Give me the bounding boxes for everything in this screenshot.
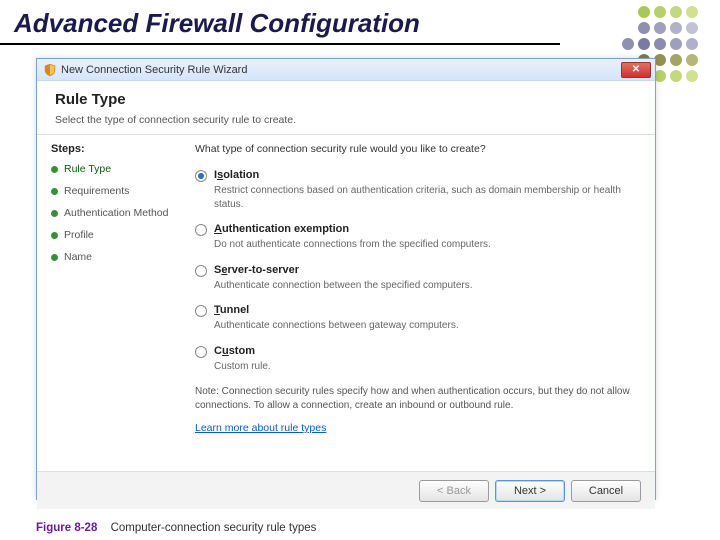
figure-caption: Figure 8-28 Computer-connection security… <box>36 522 316 534</box>
close-icon: ✕ <box>632 64 640 75</box>
step-label: Rule Type <box>64 163 111 175</box>
step-bullet-icon <box>51 232 58 239</box>
wizard-header: Rule Type Select the type of connection … <box>37 81 655 135</box>
note-text: Note: Connection security rules specify … <box>195 385 635 412</box>
wizard-footer: < Back Next > Cancel <box>37 471 655 509</box>
step-bullet-icon <box>51 166 58 173</box>
wizard-content: What type of connection security rule wo… <box>185 135 655 471</box>
step-requirements[interactable]: Requirements <box>51 185 179 197</box>
option-tunnel: Tunnel Authenticate connections between … <box>195 304 635 333</box>
close-button[interactable]: ✕ <box>621 62 651 78</box>
page-title: Rule Type <box>55 91 639 108</box>
prompt-text: What type of connection security rule wo… <box>195 143 635 155</box>
step-bullet-icon <box>51 254 58 261</box>
back-button[interactable]: < Back <box>419 480 489 502</box>
option-custom: Custom Custom rule. <box>195 345 635 374</box>
step-label: Profile <box>64 229 94 241</box>
step-profile[interactable]: Profile <box>51 229 179 241</box>
step-bullet-icon <box>51 188 58 195</box>
slide-title: Advanced Firewall Configuration <box>0 0 560 45</box>
steps-sidebar: Steps: Rule Type Requirements Authentica… <box>37 135 185 471</box>
step-label: Requirements <box>64 185 129 197</box>
radio-custom[interactable] <box>195 346 207 358</box>
titlebar: New Connection Security Rule Wizard ✕ <box>37 59 655 81</box>
next-button[interactable]: Next > <box>495 480 565 502</box>
option-desc: Restrict connections based on authentica… <box>214 184 635 211</box>
figure-text: Computer-connection security rule types <box>111 522 317 534</box>
figure-label: Figure 8-28 <box>36 522 97 534</box>
steps-heading: Steps: <box>51 143 179 155</box>
radio-tunnel[interactable] <box>195 305 207 317</box>
option-label[interactable]: Authentication exemption <box>214 223 349 235</box>
option-desc: Do not authenticate connections from the… <box>214 238 635 252</box>
option-desc: Custom rule. <box>214 360 635 374</box>
radio-server-to-server[interactable] <box>195 265 207 277</box>
option-isolation: Isolation Restrict connections based on … <box>195 169 635 211</box>
learn-more-link[interactable]: Learn more about rule types <box>195 422 326 434</box>
cancel-button[interactable]: Cancel <box>571 480 641 502</box>
option-label[interactable]: Isolation <box>214 169 259 181</box>
option-label[interactable]: Tunnel <box>214 304 249 316</box>
step-label: Authentication Method <box>64 207 169 219</box>
shield-icon <box>43 63 57 77</box>
step-name[interactable]: Name <box>51 251 179 263</box>
step-label: Name <box>64 251 92 263</box>
page-subtitle: Select the type of connection security r… <box>55 114 639 126</box>
option-label[interactable]: Server-to-server <box>214 264 299 276</box>
step-bullet-icon <box>51 210 58 217</box>
step-rule-type[interactable]: Rule Type <box>51 163 179 175</box>
option-desc: Authenticate connection between the spec… <box>214 279 635 293</box>
window-title: New Connection Security Rule Wizard <box>61 64 621 76</box>
wizard-window: New Connection Security Rule Wizard ✕ Ru… <box>36 58 656 500</box>
option-authentication-exemption: Authentication exemption Do not authenti… <box>195 223 635 252</box>
step-authentication-method[interactable]: Authentication Method <box>51 207 179 219</box>
option-label[interactable]: Custom <box>214 345 255 357</box>
option-desc: Authenticate connections between gateway… <box>214 319 635 333</box>
option-server-to-server: Server-to-server Authenticate connection… <box>195 264 635 293</box>
radio-isolation[interactable] <box>195 170 207 182</box>
radio-authentication-exemption[interactable] <box>195 224 207 236</box>
